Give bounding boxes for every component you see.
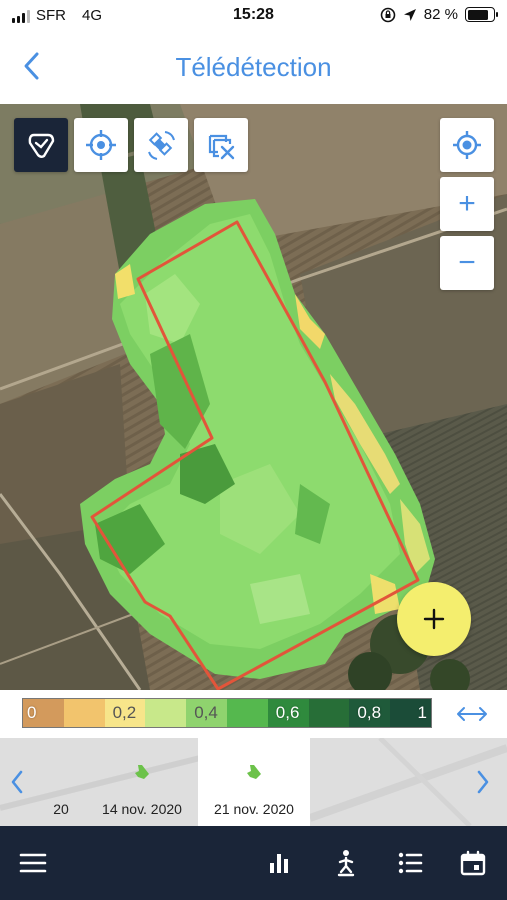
bar-chart-icon bbox=[270, 854, 288, 873]
legend-color-segment bbox=[63, 699, 105, 727]
target-tool[interactable] bbox=[74, 118, 128, 172]
legend-tick-label: 1 bbox=[417, 703, 427, 722]
date-card-selected[interactable]: 21 nov. 2020 bbox=[198, 738, 310, 826]
clear-selection-tool[interactable] bbox=[194, 118, 248, 172]
add-observation-button[interactable] bbox=[397, 582, 471, 656]
page-title: Télédétection bbox=[175, 52, 332, 82]
legend-tick-label: 0,8 bbox=[357, 703, 382, 722]
legend-tick-label: 0,2 bbox=[112, 703, 137, 722]
status-bar: SFR 4G 15:28 82 % bbox=[0, 0, 507, 32]
carousel-next-button[interactable] bbox=[468, 764, 498, 800]
locate-button[interactable] bbox=[440, 118, 494, 172]
carousel-prev-button[interactable] bbox=[2, 764, 32, 800]
field-thumbnail-icon bbox=[247, 765, 261, 779]
legend-tick-label: 0 bbox=[27, 703, 37, 722]
list-button[interactable] bbox=[393, 846, 427, 880]
header: Télédétection bbox=[0, 32, 507, 104]
bottom-navigation bbox=[0, 826, 507, 900]
battery-icon bbox=[465, 7, 498, 22]
ndvi-legend: 0 0,2 0,4 0,6 0,8 1 bbox=[0, 690, 507, 738]
plus-icon bbox=[423, 608, 445, 630]
orientation-lock-icon bbox=[380, 7, 396, 22]
legend-color-scale: 0 0,2 0,4 0,6 0,8 1 bbox=[22, 698, 432, 728]
zoom-in-button[interactable]: + bbox=[440, 177, 494, 231]
legend-color-segment bbox=[145, 699, 187, 727]
date-card[interactable]: 20 bbox=[36, 738, 86, 826]
crosshair-icon bbox=[86, 130, 116, 160]
field-boundary-tool[interactable] bbox=[14, 118, 68, 172]
calendar-icon bbox=[460, 850, 486, 876]
hamburger-menu-icon bbox=[19, 853, 47, 873]
locate-icon bbox=[453, 131, 481, 159]
legend-tick-label: 0,4 bbox=[194, 703, 218, 722]
field-draw-icon bbox=[28, 133, 55, 158]
satellite-icon bbox=[148, 131, 175, 160]
double-arrow-horizontal-icon bbox=[457, 707, 487, 721]
list-icon bbox=[398, 852, 423, 874]
satellite-tool[interactable] bbox=[134, 118, 188, 172]
field-visit-button[interactable] bbox=[329, 846, 363, 880]
date-label: 14 nov. 2020 bbox=[102, 801, 182, 817]
minus-icon: − bbox=[458, 246, 476, 279]
legend-color-segment bbox=[226, 699, 268, 727]
menu-button[interactable] bbox=[16, 846, 50, 880]
date-card[interactable]: 14 nov. 2020 bbox=[88, 738, 196, 826]
date-carousel: 20 14 nov. 2020 21 nov. 2020 bbox=[0, 738, 507, 826]
status-right: 82 % bbox=[380, 6, 498, 23]
walking-person-icon bbox=[337, 850, 355, 877]
date-label: 20 bbox=[53, 801, 69, 817]
date-label: 21 nov. 2020 bbox=[214, 801, 294, 817]
map-view[interactable]: + − bbox=[0, 104, 507, 690]
legend-tick-label: 0,6 bbox=[275, 703, 300, 722]
location-arrow-icon bbox=[403, 8, 416, 21]
legend-expand-button[interactable] bbox=[455, 700, 489, 728]
field-thumbnail-icon bbox=[135, 765, 149, 779]
chevron-right-icon bbox=[477, 770, 489, 794]
zoom-out-button[interactable]: − bbox=[440, 236, 494, 290]
calendar-button[interactable] bbox=[456, 846, 490, 880]
chevron-left-icon bbox=[11, 770, 23, 794]
legend-color-segment bbox=[308, 699, 350, 727]
statistics-button[interactable] bbox=[262, 846, 296, 880]
plus-icon: + bbox=[458, 187, 476, 220]
battery-percent: 82 % bbox=[423, 6, 458, 23]
clear-layers-icon bbox=[208, 134, 235, 160]
